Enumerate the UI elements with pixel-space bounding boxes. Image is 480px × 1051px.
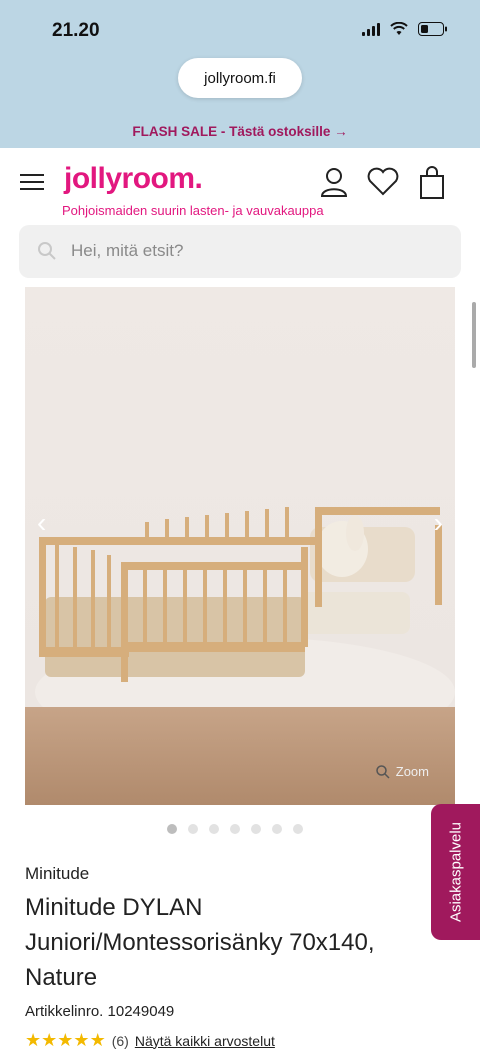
reviews-link[interactable]: Näytä kaikki arvostelut [135, 1033, 275, 1049]
pagination-dot[interactable] [167, 824, 177, 834]
product-rating[interactable]: ★★★★★ (6) Näytä kaikki arvostelut [25, 1030, 275, 1051]
pagination-dot[interactable] [272, 824, 282, 834]
article-label: Artikkelinro. [25, 1003, 104, 1020]
status-bar: 21.20 [0, 0, 480, 60]
gallery-prev-icon[interactable]: ‹ [37, 507, 46, 539]
cart-icon[interactable] [418, 166, 446, 200]
search-icon [38, 242, 56, 260]
wifi-icon [390, 22, 408, 35]
article-value: 10249049 [107, 1003, 175, 1020]
gallery-next-icon[interactable]: › [434, 507, 443, 539]
rating-count: (6) [111, 1032, 129, 1049]
star-rating-icon: ★★★★★ [25, 1030, 106, 1050]
browser-bar: jollyroom.fi [0, 56, 480, 116]
search-bar[interactable]: Hei, mitä etsit? [19, 225, 461, 278]
pagination-dot[interactable] [251, 824, 261, 834]
zoom-label: Zoom [395, 764, 429, 779]
article-number: Artikkelinro. 10249049 [25, 1003, 174, 1020]
battery-icon [418, 22, 447, 36]
search-input[interactable]: Hei, mitä etsit? [71, 241, 183, 261]
pagination-dot[interactable] [230, 824, 240, 834]
account-icon[interactable] [319, 166, 349, 198]
clock: 21.20 [52, 20, 100, 41]
product-image[interactable]: ‹ › Zoom [25, 287, 455, 805]
tagline: Pohjoismaiden suurin lasten- ja vauvakau… [62, 203, 324, 218]
product-brand[interactable]: Minitude [25, 864, 89, 884]
customer-service-label: Asiakaspalvelu [447, 821, 464, 923]
product-title: Minitude DYLAN Juniori/Montessorisänky 7… [25, 894, 375, 991]
heart-icon[interactable] [365, 166, 401, 198]
flash-sale-banner[interactable]: FLASH SALE - Tästä ostoksille → [0, 116, 480, 148]
pagination-dot[interactable] [209, 824, 219, 834]
status-icons [362, 22, 448, 36]
menu-icon[interactable] [20, 174, 44, 190]
cellular-signal-icon [362, 22, 380, 36]
page-scrollbar[interactable] [472, 302, 476, 368]
zoom-control[interactable]: Zoom [376, 764, 429, 779]
logo[interactable]: jollyroom. [64, 162, 203, 196]
zoom-icon [376, 764, 390, 779]
url-field[interactable]: jollyroom.fi [178, 58, 302, 98]
pagination-dot[interactable] [188, 824, 198, 834]
bed-illustration [39, 507, 442, 682]
site-header: jollyroom. Pohjoismaiden suurin lasten- … [0, 148, 480, 368]
pagination-dot[interactable] [293, 824, 303, 834]
gallery-pagination [167, 824, 303, 834]
customer-service-tab[interactable]: Asiakaspalvelu [431, 804, 480, 940]
